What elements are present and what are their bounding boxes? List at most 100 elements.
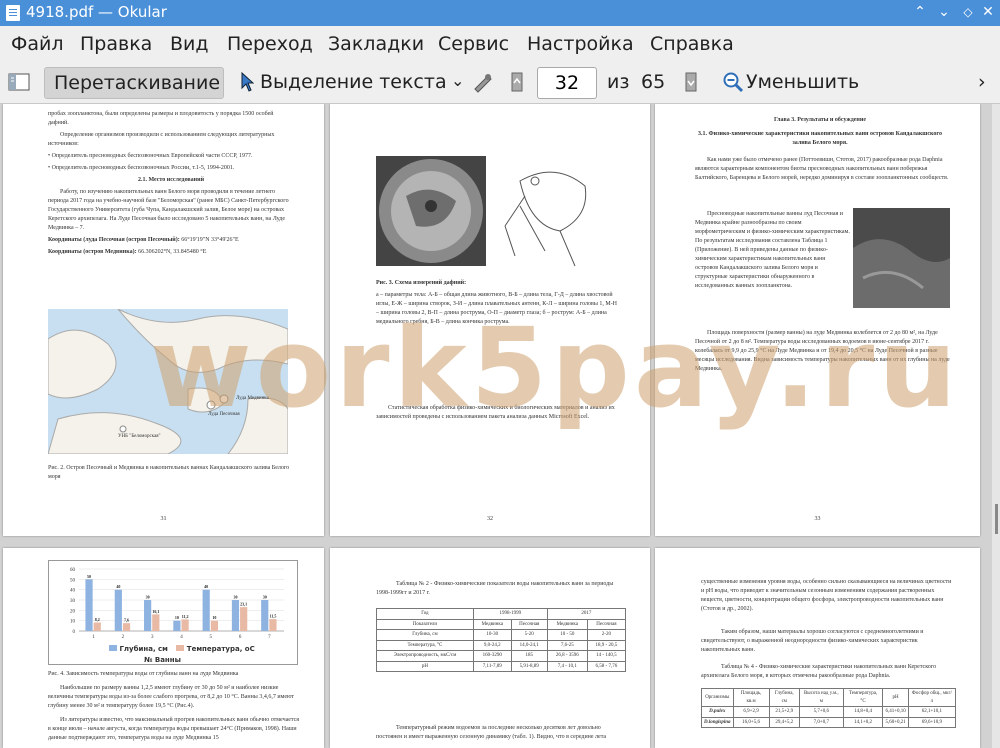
page-text: Из литературы известно, что максимальный… xyxy=(48,717,300,741)
table-header: Медвинка xyxy=(472,618,512,630)
daphnia-diagram xyxy=(500,156,610,271)
data-label: 8,2 xyxy=(95,617,100,622)
list-item: • Определитель пресноводных беспозвоночн… xyxy=(48,153,253,159)
drag-mode-label: Перетаскивание xyxy=(54,72,221,94)
annotate-icon[interactable] xyxy=(472,71,494,93)
daphnia-photo xyxy=(376,156,486,266)
sidebar-toggle-icon[interactable] xyxy=(8,72,30,92)
table-header: Медвинка xyxy=(546,618,588,630)
page-text: Статистическая обработка физико-химическ… xyxy=(376,405,615,420)
total-pages: 65 xyxy=(641,71,666,93)
shade-icon[interactable]: ⌃ xyxy=(910,2,930,22)
menu-tools[interactable]: Сервис xyxy=(438,33,509,55)
menu-bar: Файл Правка Вид Переход Закладки Сервис … xyxy=(0,26,1000,62)
data-label: 50 xyxy=(87,574,91,579)
page-text: а – параметры тела: А-Б – общая длина жи… xyxy=(376,292,618,325)
coords-line: Координаты (луда Песочная (остров Песочн… xyxy=(48,237,239,243)
vertical-scrollbar[interactable] xyxy=(992,104,1000,748)
data-label: 30 xyxy=(146,595,150,600)
table-header: Глубина, см xyxy=(768,688,800,707)
chevron-down-icon[interactable]: ⌄ xyxy=(451,71,464,90)
previous-page-icon[interactable] xyxy=(510,71,524,93)
x-tick-label: 2 xyxy=(122,635,125,640)
y-tick-label: 50 xyxy=(70,578,76,583)
close-icon[interactable]: ✕ xyxy=(978,2,998,22)
table-4: Организмы Площадь, кв.м Глубина, см Высота … xyxy=(701,688,957,728)
table-header: Организмы xyxy=(701,688,734,707)
menu-file[interactable]: Файл xyxy=(11,33,64,55)
menu-bookmarks[interactable]: Закладки xyxy=(328,33,424,55)
bar-depth xyxy=(173,620,181,631)
data-label: 30 xyxy=(233,595,237,600)
section-heading: 2.1. Место исследований xyxy=(137,177,205,183)
menu-edit[interactable]: Правка xyxy=(80,33,152,55)
menu-go[interactable]: Переход xyxy=(227,33,313,55)
page-text: Площадь поверхности (размер ванны) на лу… xyxy=(695,330,950,372)
page-number: 33 xyxy=(814,516,821,522)
x-tick-label: 7 xyxy=(268,635,271,640)
page-text: пробах зоопланктона, были определены раз… xyxy=(48,111,274,126)
zoom-out-button[interactable]: Уменьшить xyxy=(746,71,859,93)
table-header: pH xyxy=(882,688,909,707)
pond-photo xyxy=(853,208,950,308)
x-tick-label: 3 xyxy=(151,635,154,640)
bar-temperature xyxy=(181,619,189,631)
bar-temperature xyxy=(269,619,277,631)
table-row: Электропроводность, мкС/см 160-3290 185 26,… xyxy=(376,650,627,662)
drag-mode-button[interactable]: Перетаскивание xyxy=(44,67,224,99)
page-text: Таким образом, наши материалы хорошо сог… xyxy=(701,629,924,653)
map-label: Луда Песочная xyxy=(208,412,240,417)
page-text: Температурный режим водоемов за последни… xyxy=(376,725,607,740)
data-label: 7,6 xyxy=(124,618,129,623)
data-label: 16,1 xyxy=(152,609,159,614)
y-tick-label: 0 xyxy=(73,630,76,635)
temperature-depth-chart: 0 10 20 30 40 50 60 50 8,2 1 40 7,6 2 30 16,1 3 10 11,2 4 4… xyxy=(48,560,298,665)
data-label: 10 xyxy=(175,615,179,620)
table-title: Таблица № 2 - Физико-химические показате… xyxy=(376,581,614,596)
next-page-icon[interactable] xyxy=(684,71,698,93)
section-heading: 3.1. Физико-химические характеристики на… xyxy=(698,131,942,146)
table-header: Песочная xyxy=(586,618,627,630)
table-row: Глубина, см 10-30 5-20 10 - 50 2-20 xyxy=(376,629,627,641)
page-text: Пресноводные накопительные ванны луд Пес… xyxy=(695,211,850,289)
table-header: Песочная xyxy=(510,618,548,630)
map-label: УНБ "Беломорская" xyxy=(118,434,161,439)
chapter-heading: Глава 3. Результаты и обсуждение xyxy=(773,117,867,123)
data-label: 40 xyxy=(116,584,120,589)
maximize-icon[interactable]: ◇ xyxy=(958,2,978,22)
page-text: Работу, по изучению накопительных ванн Б… xyxy=(48,189,289,231)
legend-swatch xyxy=(109,645,117,651)
table-header: Год xyxy=(376,608,474,620)
bar-depth xyxy=(231,600,240,631)
menu-view[interactable]: Вид xyxy=(170,33,209,55)
map-label: Луда Медвинка xyxy=(236,396,269,401)
figure-caption: Рис. 4. Зависимость температуры воды от … xyxy=(48,671,239,677)
data-label: 40 xyxy=(204,584,208,589)
menu-settings[interactable]: Настройка xyxy=(527,33,634,55)
window-title: 4918.pdf — Okular xyxy=(26,3,167,21)
text-select-cursor-icon xyxy=(240,71,255,92)
y-tick-label: 10 xyxy=(70,620,76,625)
bar-temperature xyxy=(240,607,248,631)
table-row: pH 7,11-7,89 5,91-8,89 7,4 - 10,1 6,58 - 7,7… xyxy=(376,660,627,672)
menu-help[interactable]: Справка xyxy=(650,33,734,55)
page-32: Рис. 3. Схема измерений дафний: а – пара… xyxy=(330,104,650,536)
legend-label: Глубина, см xyxy=(119,645,168,653)
minimize-icon[interactable]: ⌄ xyxy=(934,2,954,22)
legend-swatch xyxy=(176,645,185,651)
document-viewer[interactable]: пробах зоопланктона, были определены раз… xyxy=(0,104,1000,748)
chart-legend: Глубина, см Температура, оС xyxy=(109,644,255,655)
scrollbar-thumb[interactable] xyxy=(995,504,998,534)
data-label: 30 xyxy=(263,595,267,600)
bar-depth xyxy=(261,600,269,631)
text-select-button[interactable]: Выделение текста xyxy=(260,71,447,93)
title-bar: 4918.pdf — Okular ⌃ ⌄ ◇ ✕ xyxy=(0,0,1000,26)
data-label: 10 xyxy=(212,615,216,620)
zoom-out-icon[interactable] xyxy=(722,71,744,93)
table-title: Таблица № 4 - Физико-химические характер… xyxy=(701,664,937,679)
page-number-input[interactable] xyxy=(537,67,597,99)
bar-depth xyxy=(85,579,93,631)
page-33: Глава 3. Результаты и обсуждение 3.1. Фи… xyxy=(655,104,980,536)
toolbar-overflow-icon[interactable]: › xyxy=(978,71,986,93)
figure-caption: Рис. 3. Схема измерений дафний: xyxy=(376,280,467,286)
